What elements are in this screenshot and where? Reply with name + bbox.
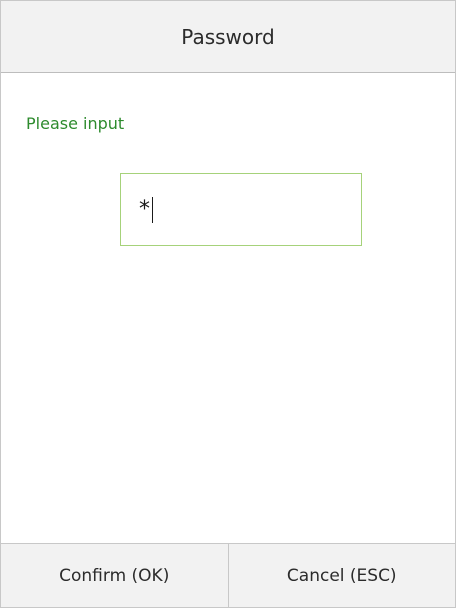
password-input[interactable]: *	[120, 173, 362, 246]
password-value: *	[139, 197, 150, 222]
title-bar: Password	[1, 1, 455, 73]
page-title: Password	[181, 24, 275, 49]
text-cursor	[152, 196, 153, 223]
cancel-button[interactable]: Cancel (ESC)	[227, 544, 456, 607]
button-bar: Confirm (OK) Cancel (ESC)	[1, 543, 456, 607]
input-prompt: Please input	[26, 114, 125, 133]
confirm-button[interactable]: Confirm (OK)	[1, 544, 228, 607]
password-dialog: Password Please input * Confirm (OK) Can…	[0, 0, 456, 608]
